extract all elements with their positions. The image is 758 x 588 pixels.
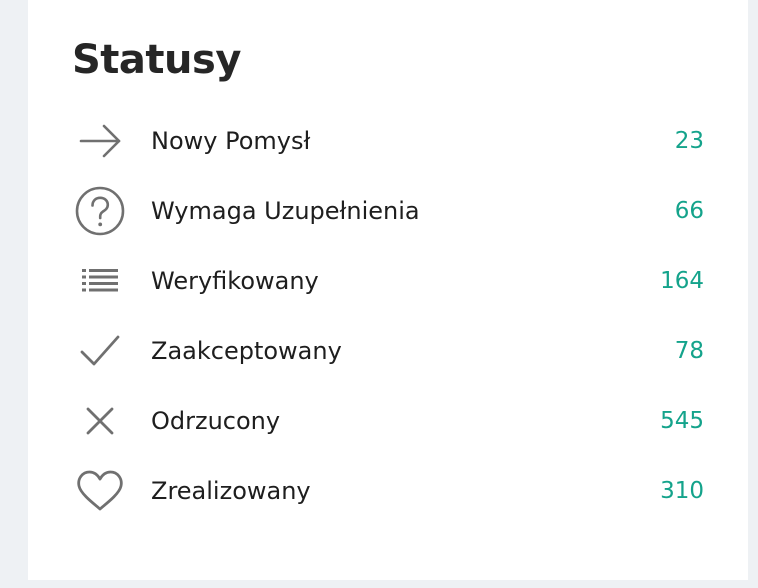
status-label: Weryfikowany <box>151 267 319 295</box>
status-count: 23 <box>674 128 704 154</box>
status-count: 66 <box>674 198 704 224</box>
status-count: 545 <box>660 408 704 434</box>
status-count: 310 <box>660 478 704 504</box>
status-item-wymaga-uzupelnienia[interactable]: Wymaga Uzupełnienia 66 <box>28 176 748 246</box>
close-icon <box>72 397 128 445</box>
status-item-zaakceptowany[interactable]: Zaakceptowany 78 <box>28 316 748 386</box>
status-count: 164 <box>660 268 704 294</box>
check-icon <box>72 327 128 375</box>
status-count: 78 <box>674 338 704 364</box>
panel-title: Statusy <box>72 37 241 83</box>
status-label: Wymaga Uzupełnienia <box>151 197 420 225</box>
list-icon <box>72 257 128 305</box>
status-panel: Statusy Nowy Pomysł 23 Wymaga Uzupełnien… <box>28 0 748 580</box>
heart-icon <box>72 467 128 515</box>
status-item-weryfikowany[interactable]: Weryfikowany 164 <box>28 246 748 316</box>
status-item-zrealizowany[interactable]: Zrealizowany 310 <box>28 456 748 526</box>
status-list: Nowy Pomysł 23 Wymaga Uzupełnienia 66 We… <box>28 106 748 526</box>
status-label: Zaakceptowany <box>151 337 342 365</box>
status-label: Odrzucony <box>151 407 281 435</box>
status-label: Zrealizowany <box>151 477 311 505</box>
status-item-odrzucony[interactable]: Odrzucony 545 <box>28 386 748 456</box>
arrow-right-icon <box>72 117 128 165</box>
status-item-nowy-pomysl[interactable]: Nowy Pomysł 23 <box>28 106 748 176</box>
status-label: Nowy Pomysł <box>151 127 311 155</box>
question-circle-icon <box>72 186 128 236</box>
